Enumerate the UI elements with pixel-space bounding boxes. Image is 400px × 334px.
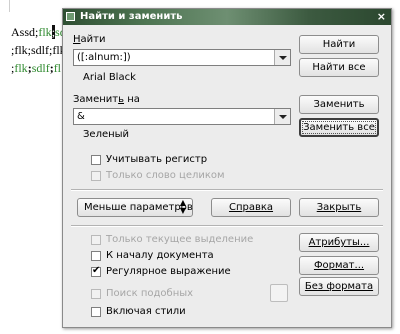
find-replace-dialog: Найти и заменить × Найти ([:alnum:]) Ari… xyxy=(62,8,392,328)
checkbox-box[interactable] xyxy=(91,251,101,261)
search-combobox[interactable]: ([:alnum:]) xyxy=(73,49,291,66)
separator xyxy=(71,189,383,191)
search-input[interactable]: ([:alnum:]) xyxy=(77,52,131,63)
doc-text: ;flk;sdlf;flk xyxy=(11,43,66,57)
checkbox-label: Включая стили xyxy=(106,306,186,317)
replace-label: Заменить на xyxy=(73,94,140,105)
similarity-settings-button[interactable] xyxy=(270,284,288,302)
dialog-title: Найти и заменить xyxy=(80,11,183,22)
help-button[interactable]: Справка xyxy=(211,198,291,217)
checkbox-box[interactable] xyxy=(91,289,101,299)
checkbox-box[interactable] xyxy=(91,235,101,245)
app-icon xyxy=(66,12,75,21)
checkbox-box[interactable] xyxy=(91,307,101,317)
doc-text-green: flk xyxy=(38,25,52,39)
checkbox-label: Поиск подобных xyxy=(106,288,194,299)
doc-text: Assd; xyxy=(11,25,39,39)
no-format-button[interactable]: Без формата xyxy=(299,277,379,296)
replace-all-button[interactable]: Заменить все xyxy=(299,118,379,137)
doc-text-green: sdlf xyxy=(31,61,50,75)
doc-text-green: fl xyxy=(53,61,62,75)
search-label: Найти xyxy=(73,34,106,45)
replace-button[interactable]: Заменить xyxy=(299,95,379,114)
chevron-down-icon[interactable] xyxy=(274,50,290,65)
checkbox-label: Регулярное выражение xyxy=(106,266,231,277)
doc-line-2: ;flk;sdlf;flk xyxy=(11,43,66,58)
separator xyxy=(71,225,383,227)
search-style-label: Arial Black xyxy=(83,72,136,83)
checkbox-label: Учитывать регистр xyxy=(106,154,208,165)
close-icon[interactable]: × xyxy=(377,10,386,23)
checkbox-box[interactable] xyxy=(91,265,101,277)
format-button[interactable]: Формат... xyxy=(299,256,379,275)
chevron-down-icon[interactable] xyxy=(274,109,290,124)
find-button[interactable]: Найти xyxy=(299,35,379,54)
dialog-titlebar[interactable]: Найти и заменить × xyxy=(63,9,391,25)
checkbox-label: К началу документа xyxy=(106,250,214,261)
find-all-button[interactable]: Найти все xyxy=(299,58,379,77)
checkbox-box[interactable] xyxy=(91,155,101,165)
doc-line-3: ;flk;sdlf;fl xyxy=(11,61,61,76)
doc-text-green: flk xyxy=(14,61,28,75)
replace-style-label: Зеленый xyxy=(83,129,130,140)
replace-input[interactable]: & xyxy=(77,111,85,122)
toggle-arrows-icon: ▲ ▼ xyxy=(179,198,186,215)
checkbox-label: Только текущее выделение xyxy=(106,234,254,245)
replace-combobox[interactable]: & xyxy=(73,108,291,125)
fewer-options-button[interactable]: Меньше параметров ▲ ▼ xyxy=(77,198,193,217)
close-button[interactable]: Закрыть xyxy=(299,198,379,217)
doc-line-1: Assd;flk;sd xyxy=(11,25,66,40)
checkbox-box[interactable] xyxy=(91,171,101,181)
checkbox-label: Только слово целиком xyxy=(106,170,225,181)
attributes-button[interactable]: Атрибуты... xyxy=(299,233,379,252)
